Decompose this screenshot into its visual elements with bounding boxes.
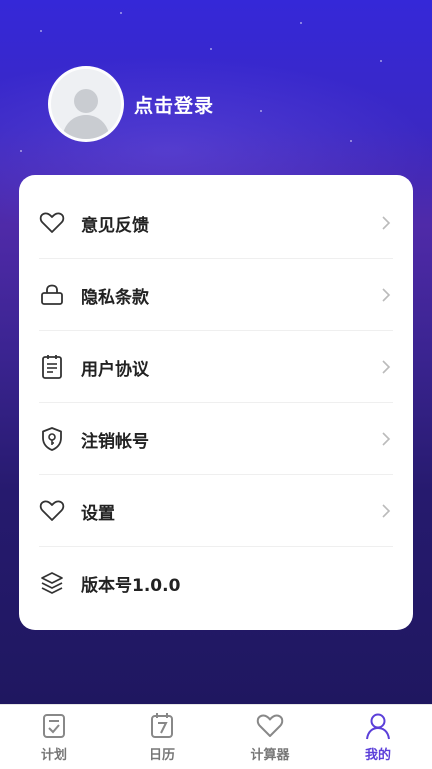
star-decoration <box>120 12 122 14</box>
tab-label: 计算器 <box>250 748 290 763</box>
profile-login[interactable]: 点击登录 <box>48 66 214 142</box>
avatar-placeholder-icon <box>62 89 110 139</box>
tab-calculator[interactable]: 计算器 <box>216 705 324 769</box>
star-decoration <box>210 48 212 50</box>
menu-item-version: 版本号1.0.0 <box>39 547 393 619</box>
menu-item-privacy[interactable]: 隐私条款 <box>39 259 393 331</box>
lock-icon <box>39 282 65 308</box>
menu-item-label: 设置 <box>81 503 115 524</box>
heart-icon <box>255 711 285 741</box>
layers-icon <box>39 570 65 596</box>
star-decoration <box>40 30 42 32</box>
login-label[interactable]: 点击登录 <box>134 91 214 118</box>
star-decoration <box>380 60 382 62</box>
menu-item-label: 意见反馈 <box>81 215 149 236</box>
document-icon <box>39 354 65 380</box>
tab-label: 我的 <box>364 748 391 763</box>
tab-label: 计划 <box>40 748 67 763</box>
menu-item-settings[interactable]: 设置 <box>39 475 393 547</box>
tab-label: 日历 <box>148 748 175 763</box>
chevron-right-icon <box>379 288 393 302</box>
chevron-right-icon <box>379 504 393 518</box>
star-decoration <box>350 140 352 142</box>
menu-card: 意见反馈 隐私条款 用户协议 注销帐号 设置 版本号1.0.0 <box>19 175 413 630</box>
tab-mine[interactable]: 我的 <box>324 705 432 769</box>
avatar[interactable] <box>48 66 124 142</box>
user-icon <box>363 711 393 741</box>
shield-key-icon <box>39 426 65 452</box>
calendar-icon <box>147 711 177 741</box>
heart-icon <box>39 210 65 236</box>
heart-icon <box>39 498 65 524</box>
menu-item-feedback[interactable]: 意见反馈 <box>39 187 393 259</box>
checklist-icon <box>39 711 69 741</box>
version-label: 版本号1.0.0 <box>81 575 181 596</box>
tab-calendar[interactable]: 日历 <box>108 705 216 769</box>
tab-plan[interactable]: 计划 <box>0 705 108 769</box>
menu-item-label: 用户协议 <box>81 359 149 380</box>
bottom-tab-bar: 计划 日历 计算器 我的 <box>0 704 432 769</box>
menu-item-agreement[interactable]: 用户协议 <box>39 331 393 403</box>
chevron-right-icon <box>379 432 393 446</box>
menu-item-label: 注销帐号 <box>81 431 149 452</box>
star-decoration <box>300 22 302 24</box>
chevron-right-icon <box>379 216 393 230</box>
star-decoration <box>260 110 262 112</box>
star-decoration <box>20 150 22 152</box>
menu-item-delete-account[interactable]: 注销帐号 <box>39 403 393 475</box>
chevron-right-icon <box>379 360 393 374</box>
menu-item-label: 隐私条款 <box>81 287 149 308</box>
